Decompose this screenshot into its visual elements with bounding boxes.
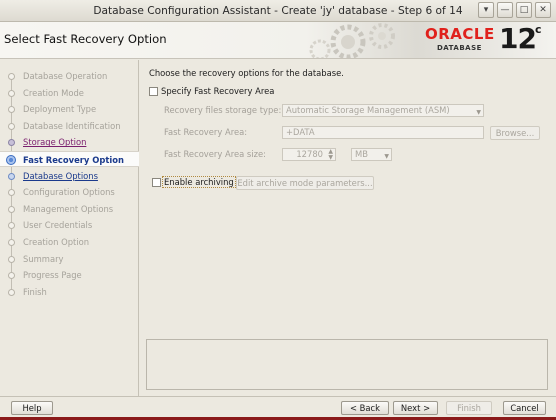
step-summary: Summary: [0, 251, 139, 267]
oracle-logo: ORACLE: [425, 25, 495, 43]
step-dot-icon: [8, 106, 15, 114]
chevron-down-icon: ▼: [476, 109, 481, 116]
oracle-logo-database: DATABASE: [437, 44, 482, 52]
browse-button[interactable]: Browse...: [490, 126, 540, 140]
step-label: Creation Option: [23, 237, 90, 247]
step-finish: Finish: [0, 284, 139, 300]
version-logo: 12: [499, 22, 537, 55]
step-label: Database Operation: [23, 71, 108, 81]
step-dot-icon: [8, 205, 15, 213]
step-database-operation: Database Operation: [0, 68, 139, 84]
window-menu-button[interactable]: ▾: [478, 2, 494, 18]
step-label: Finish: [23, 286, 47, 297]
main-panel: Choose the recovery options for the data…: [140, 60, 556, 396]
gears-decoration-icon: [309, 23, 395, 58]
step-label: Fast Recovery Option: [23, 155, 124, 165]
close-button[interactable]: ✕: [535, 2, 551, 18]
storage-type-label: Recovery files storage type:: [164, 105, 282, 115]
step-dot-icon: [8, 222, 15, 230]
enable-archiving-checkbox[interactable]: [152, 178, 161, 187]
step-progress-page: Progress Page: [0, 267, 139, 283]
window-title: Database Configuration Assistant - Creat…: [93, 5, 463, 17]
fra-size-spinner[interactable]: 12780 ▲ ▼: [282, 148, 336, 161]
step-dot-icon: [8, 288, 15, 296]
fra-size-unit-value: MB: [355, 149, 368, 159]
page-header: Select Fast Recovery Option ORACLE DATAB…: [0, 22, 556, 59]
step-label[interactable]: Storage Option: [23, 137, 86, 147]
edit-archive-mode-button[interactable]: Edit archive mode parameters...: [236, 176, 374, 190]
specify-fra-label[interactable]: Specify Fast Recovery Area: [161, 86, 274, 96]
step-label: Summary: [23, 253, 64, 264]
back-button[interactable]: < Back: [341, 401, 389, 415]
step-fast-recovery-option: Fast Recovery Option: [0, 151, 139, 167]
specify-fra-checkbox[interactable]: [149, 87, 158, 96]
cancel-button[interactable]: Cancel: [503, 401, 546, 415]
storage-type-select[interactable]: Automatic Storage Management (ASM) ▼: [282, 104, 484, 117]
step-creation-option: Creation Option: [0, 234, 139, 250]
step-configuration-options: Configuration Options: [0, 184, 139, 200]
step-creation-mode: Creation Mode: [0, 85, 139, 101]
page-title: Select Fast Recovery Option: [4, 32, 167, 46]
step-user-credentials: User Credentials: [0, 217, 139, 233]
step-storage-option[interactable]: Storage Option: [0, 134, 139, 150]
step-dot-icon: [8, 172, 15, 180]
fra-label: Fast Recovery Area:: [164, 127, 248, 137]
finish-button[interactable]: Finish: [446, 401, 492, 415]
fra-input[interactable]: +DATA: [282, 126, 484, 139]
step-dot-icon: [8, 239, 15, 246]
step-label: Management Options: [23, 203, 114, 214]
current-step-icon: [6, 155, 16, 165]
minimize-button[interactable]: —: [497, 2, 513, 18]
message-area: [146, 339, 548, 390]
step-label: Progress Page: [23, 270, 82, 281]
step-label: User Credentials: [23, 220, 93, 231]
intro-text: Choose the recovery options for the data…: [149, 68, 344, 78]
help-button[interactable]: Help: [11, 401, 53, 415]
chevron-down-icon: ▼: [384, 153, 389, 160]
step-dot-icon: [8, 122, 15, 130]
step-dot-icon: [8, 272, 15, 280]
step-dot-icon: [8, 73, 15, 80]
spinner-arrows-icon: ▲ ▼: [328, 148, 333, 161]
next-button[interactable]: Next >: [393, 401, 438, 415]
step-dot-icon: [8, 89, 15, 97]
enable-archiving-label[interactable]: Enable archiving: [162, 176, 236, 188]
fra-size-unit-select[interactable]: MB ▼: [351, 148, 392, 161]
step-database-identification: Database Identification: [0, 118, 139, 134]
step-navigation: Database Operation Creation Mode Deploym…: [0, 60, 139, 396]
step-dot-icon: [8, 189, 15, 197]
maximize-button[interactable]: □: [516, 2, 532, 18]
storage-type-value: Automatic Storage Management (ASM): [286, 105, 450, 115]
step-dot-icon: [8, 255, 15, 263]
step-label: Deployment Type: [23, 104, 97, 115]
step-database-options[interactable]: Database Options: [0, 168, 139, 184]
step-label: Creation Mode: [23, 87, 84, 98]
step-label: Configuration Options: [23, 187, 115, 198]
version-logo-suffix: c: [535, 23, 542, 36]
step-deployment-type: Deployment Type: [0, 101, 139, 117]
step-dot-icon: [8, 139, 15, 147]
step-label: Database Identification: [23, 120, 121, 131]
step-management-options: Management Options: [0, 201, 139, 217]
window-titlebar: Database Configuration Assistant - Creat…: [0, 0, 556, 22]
fra-size-label: Fast Recovery Area size:: [164, 149, 266, 159]
window-controls: ▾ — □ ✕: [478, 2, 551, 18]
step-label[interactable]: Database Options: [23, 171, 98, 181]
fra-size-value: 12780: [296, 149, 323, 159]
